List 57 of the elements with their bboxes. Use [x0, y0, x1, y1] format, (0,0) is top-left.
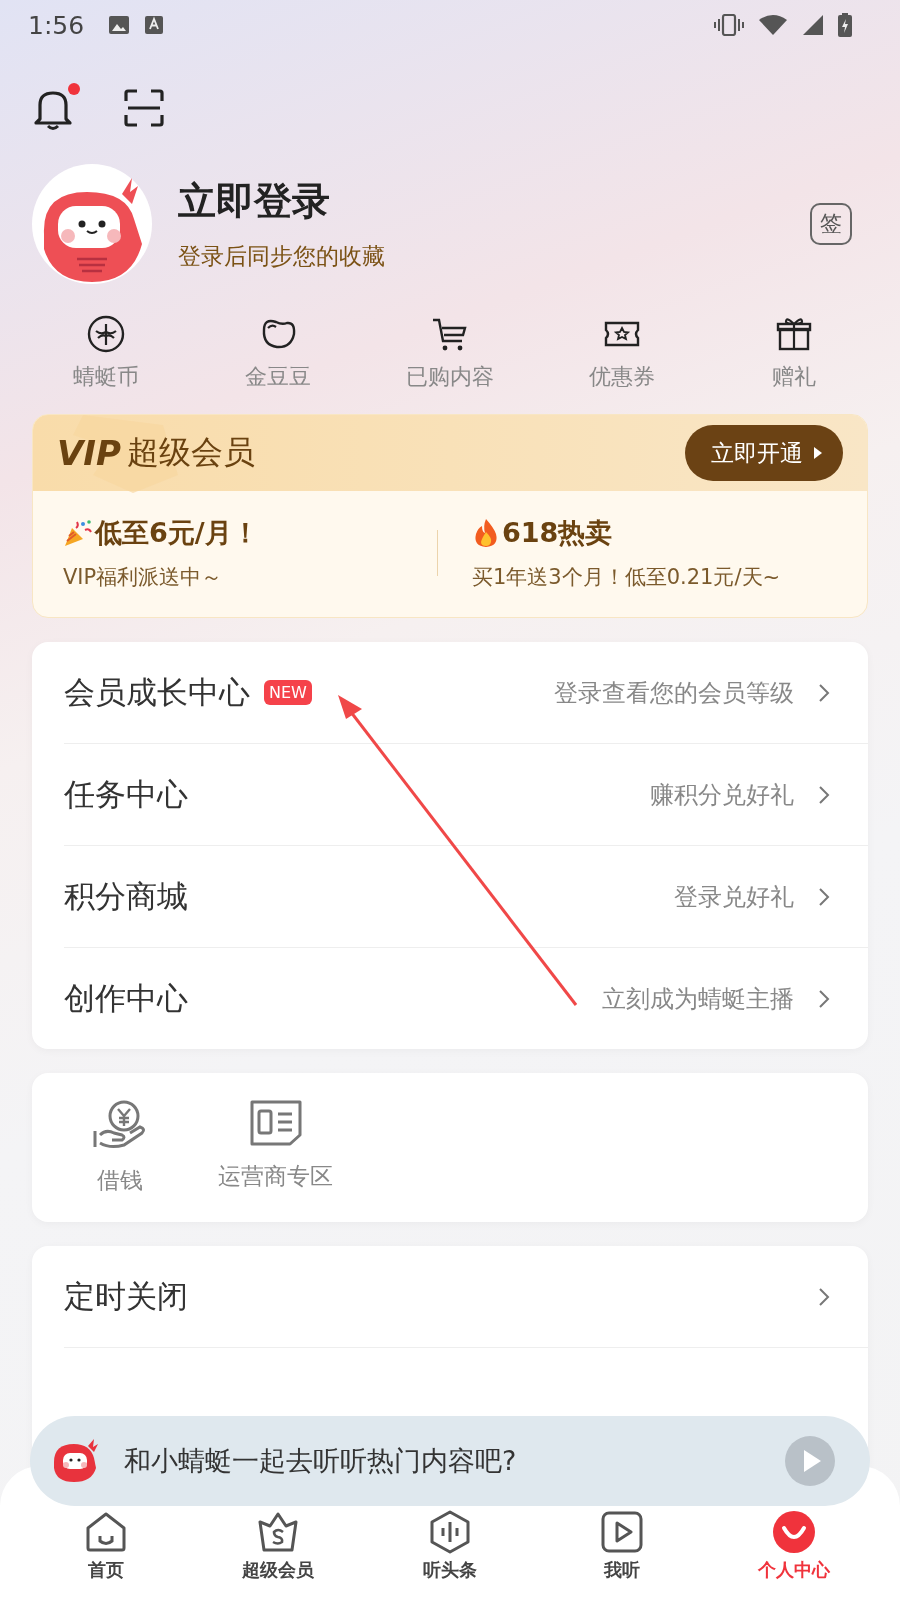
menu-hint: 登录查看您的会员等级: [554, 677, 794, 709]
play-square-icon: [600, 1510, 644, 1554]
text-icon: [144, 15, 165, 35]
login-title[interactable]: 立即登录: [178, 176, 385, 227]
battery-icon: [838, 13, 852, 37]
menu-hint: 立刻成为蜻蜓主播: [602, 983, 794, 1015]
wifi-icon: [758, 14, 788, 36]
chevron-icon: [818, 988, 830, 1009]
nav-tab[interactable]: 超级会员: [203, 1510, 353, 1582]
play-arrow-icon: [813, 446, 823, 460]
nav-tab[interactable]: 我听: [547, 1510, 697, 1582]
new-badge: NEW: [264, 680, 312, 705]
image-icon: [108, 15, 131, 35]
coin-hand-icon: [92, 1099, 148, 1151]
menu-row[interactable]: 任务中心 赚积分兑好礼: [64, 744, 868, 846]
menu-label: 创作中心: [64, 978, 188, 1018]
scan-icon[interactable]: [124, 89, 164, 127]
smile-icon: [772, 1510, 816, 1554]
menu-hint: 登录兑好礼: [674, 881, 794, 913]
mascot-avatar[interactable]: [32, 164, 152, 284]
promo-subtitle: 买1年送3个月！低至0.21元/天~: [472, 564, 781, 591]
chevron-icon: [818, 1286, 830, 1307]
settings-row[interactable]: 定时关闭: [64, 1246, 868, 1348]
nav-tab[interactable]: 个人中心: [719, 1510, 869, 1582]
menu-row[interactable]: 积分商城 登录兑好礼: [64, 846, 868, 948]
settings-label: 定时关闭: [64, 1276, 188, 1316]
menu-hint: 赚积分兑好礼: [650, 779, 794, 811]
promo-title: 618热卖: [502, 516, 613, 550]
chevron-icon: [818, 784, 830, 805]
home-icon: [84, 1510, 128, 1554]
status-time: 1:56: [28, 10, 85, 40]
activate-button[interactable]: 立即开通: [685, 425, 843, 481]
nav-tab[interactable]: 首页: [31, 1510, 181, 1582]
crown-icon: [256, 1510, 300, 1554]
chevron-icon: [818, 682, 830, 703]
menu-row[interactable]: 创作中心 立刻成为蜻蜓主播: [64, 948, 868, 1049]
vibrate-icon: [714, 14, 744, 36]
service-item[interactable]: 运营商专区: [218, 1099, 333, 1196]
party-popper-icon: [63, 518, 93, 548]
menu-label: 会员成长中心: [64, 672, 250, 712]
login-subtitle: 登录后同步您的收藏: [178, 242, 385, 271]
nav-tab[interactable]: 听头条: [375, 1510, 525, 1582]
promo-title: 低至6元/月！: [95, 516, 259, 550]
vip-title: 超级会员: [126, 432, 255, 473]
vip-card[interactable]: VIP 超级会员 立即开通 低至6元/月！ VIP福利派送中～ 618热卖 买1年送3个月！低至0.21元/天~: [32, 414, 868, 618]
chevron-icon: [818, 886, 830, 907]
player-prompt: 和小蜻蜓一起去听听热门内容吧?: [124, 1444, 517, 1478]
menu-label: 任务中心: [64, 774, 188, 814]
vip-logo: VIP: [57, 433, 121, 473]
promo-subtitle: VIP福利派送中～: [63, 564, 224, 591]
dragonfly-icon: [86, 314, 126, 354]
menu-label: 积分商城: [64, 876, 188, 916]
audio-bars-icon: [428, 1510, 472, 1554]
signal-icon: [802, 14, 824, 36]
sign-in-button[interactable]: 签: [810, 203, 852, 245]
mini-player[interactable]: 和小蜻蜓一起去听听热门内容吧?: [30, 1416, 870, 1506]
service-item[interactable]: 借钱: [92, 1099, 148, 1196]
